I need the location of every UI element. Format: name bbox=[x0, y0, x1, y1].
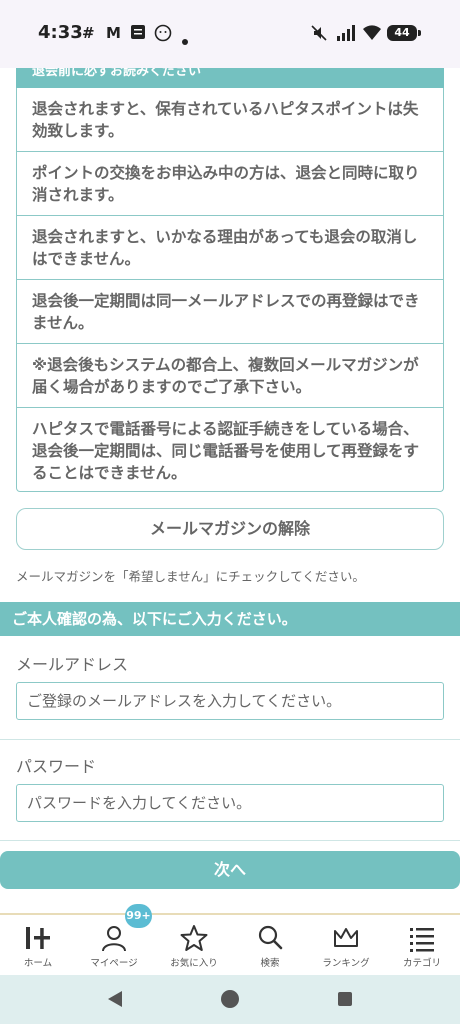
tab-label: ホーム bbox=[23, 958, 53, 969]
tab-label: お気に入り bbox=[170, 958, 218, 969]
tab-search[interactable]: 検索 bbox=[232, 923, 308, 969]
slack-icon: # bbox=[82, 24, 95, 42]
mute-icon bbox=[311, 24, 327, 46]
back-icon[interactable] bbox=[108, 991, 122, 1007]
tab-bar: ホーム マイページ お気に入り 検索 ランキング カテゴリ bbox=[0, 913, 460, 975]
tab-ranking[interactable]: ランキング bbox=[308, 923, 384, 969]
tab-mypage[interactable]: マイページ bbox=[76, 923, 152, 969]
recent-apps-icon[interactable] bbox=[338, 992, 352, 1006]
tab-label: マイページ bbox=[90, 958, 138, 969]
face-icon bbox=[154, 24, 172, 46]
tab-home[interactable]: ホーム bbox=[0, 923, 76, 969]
list-icon bbox=[384, 923, 460, 953]
next-button[interactable]: 次へ bbox=[0, 851, 460, 889]
app-icon bbox=[130, 24, 146, 44]
battery-tip bbox=[418, 30, 421, 36]
search-icon bbox=[232, 923, 308, 953]
gmail-icon: M bbox=[106, 24, 121, 42]
notice-item: ※退会後もシステムの都合上、複数回メールマガジンが届く場合がありますのでご了承下… bbox=[17, 343, 443, 407]
email-label: メールアドレス bbox=[16, 655, 129, 674]
verification-header: ご本人確認の為、以下にご入力ください。 bbox=[0, 602, 460, 636]
tab-label: カテゴリ bbox=[402, 958, 441, 969]
divider bbox=[0, 840, 460, 841]
home-icon bbox=[0, 923, 76, 953]
home-button-icon[interactable] bbox=[221, 990, 239, 1008]
dot-icon bbox=[182, 31, 188, 49]
tab-label: 検索 bbox=[260, 958, 280, 969]
notice-item: 退会されますと、保有されているハピタスポイントは失効致します。 bbox=[32, 100, 419, 140]
tab-label: ランキング bbox=[322, 958, 370, 969]
notice-item: ハピタスで電話番号による認証手続きをしている場合、退会後一定期間は、同じ電話番号… bbox=[17, 407, 443, 491]
system-nav-bar bbox=[0, 975, 460, 1024]
password-label: パスワード bbox=[16, 757, 97, 776]
password-field[interactable] bbox=[16, 784, 444, 822]
unsubscribe-mail-magazine-button[interactable]: メールマガジンの解除 bbox=[16, 508, 444, 550]
signal-icon bbox=[336, 24, 356, 46]
email-field[interactable] bbox=[16, 682, 444, 720]
status-time: 4:33 bbox=[38, 22, 83, 43]
notice-item: ポイントの交換をお申込み中の方は、退会と同時に取り消されます。 bbox=[17, 151, 443, 215]
notice-header-text: 退会前に必ずお読みください bbox=[32, 68, 202, 79]
battery-icon: 44 bbox=[387, 25, 417, 41]
status-bar: 4:33 # M 44 bbox=[0, 0, 460, 68]
mail-magazine-note: メールマガジンを「希望しません」にチェックしてください。 bbox=[16, 569, 365, 584]
notice-header: 退会前に必ずお読みください bbox=[16, 68, 444, 88]
notification-badge: 99+ bbox=[125, 904, 152, 928]
notice-item: 退会後一定期間は同一メールアドレスでの再登録はできません。 bbox=[17, 279, 443, 343]
wifi-icon bbox=[362, 24, 382, 46]
tab-category[interactable]: カテゴリ bbox=[384, 923, 460, 969]
tab-favorites[interactable]: お気に入り bbox=[156, 923, 232, 969]
star-icon bbox=[156, 923, 232, 953]
notice-list: 退会されますと、保有されているハピタスポイントは失効致します。 ポイントの交換を… bbox=[16, 88, 444, 492]
crown-icon bbox=[308, 923, 384, 953]
divider bbox=[0, 739, 460, 740]
notice-item: 退会されますと、いかなる理由があっても退会の取消しはできません。 bbox=[17, 215, 443, 279]
